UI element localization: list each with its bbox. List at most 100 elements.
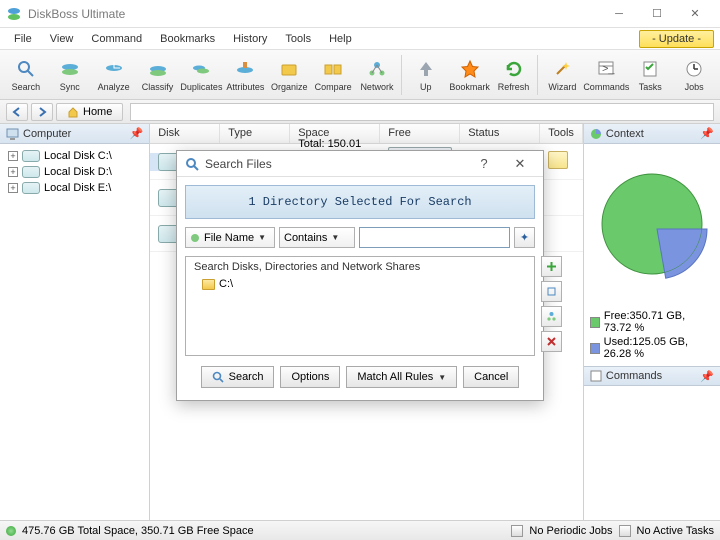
filter-row: File Name▼ Contains▼ ✦	[185, 227, 535, 248]
list-header: Search Disks, Directories and Network Sh…	[190, 261, 530, 273]
toolbar-classify[interactable]: Classify	[136, 52, 180, 98]
toolbar-analyze[interactable]: Analyze	[92, 52, 136, 98]
dialog-title: Search Files	[205, 157, 272, 171]
up-icon	[415, 58, 437, 80]
dialog-close-button[interactable]: ✕	[505, 156, 535, 172]
disk-icon	[22, 150, 40, 162]
dialog-titlebar[interactable]: Search Files ? ✕	[177, 151, 543, 177]
toolbar-up[interactable]: Up	[404, 52, 448, 98]
menu-history[interactable]: History	[225, 31, 275, 47]
dialog-buttons: Search Options Match All Rules▼ Cancel	[185, 356, 535, 392]
filter-value-input[interactable]	[359, 227, 510, 248]
status-space: 475.76 GB Total Space, 350.71 GB Free Sp…	[22, 525, 254, 537]
menu-bookmarks[interactable]: Bookmarks	[152, 31, 223, 47]
filter-op-select[interactable]: Contains▼	[279, 227, 355, 248]
match-rules-select[interactable]: Match All Rules▼	[346, 366, 457, 388]
svg-text:>_: >_	[602, 63, 615, 75]
search-button[interactable]: Search	[201, 366, 275, 388]
toolbar-separator	[537, 55, 538, 95]
expand-icon[interactable]: +	[8, 167, 18, 177]
col-type[interactable]: Type	[220, 124, 290, 143]
search-icon	[185, 157, 199, 171]
menu-tools[interactable]: Tools	[277, 31, 319, 47]
search-icon	[15, 58, 37, 80]
close-button[interactable]: ✕	[676, 0, 714, 28]
menu-command[interactable]: Command	[83, 31, 150, 47]
dialog-help-button[interactable]: ?	[469, 156, 499, 171]
dialog-body: 1 Directory Selected For Search File Nam…	[177, 177, 543, 400]
toolbar-network[interactable]: Network	[355, 52, 399, 98]
disk-icon	[22, 166, 40, 178]
pin-icon[interactable]: 📌	[700, 370, 714, 383]
dialog-banner: 1 Directory Selected For Search	[185, 185, 535, 219]
minimize-button[interactable]: ─	[600, 0, 638, 28]
nav-home[interactable]: Home	[56, 103, 123, 121]
status-jobs: No Periodic Jobs	[529, 525, 612, 537]
duplicates-icon	[190, 58, 212, 80]
toolbar-duplicates[interactable]: Duplicates	[179, 52, 223, 98]
nav-forward[interactable]	[31, 103, 53, 121]
pin-icon[interactable]: 📌	[700, 127, 714, 140]
analyze-icon	[103, 58, 125, 80]
remove-location-button[interactable]	[541, 331, 562, 352]
update-button[interactable]: - Update -	[639, 30, 714, 48]
tree-item-e[interactable]: +Local Disk E:\	[4, 180, 145, 196]
expand-icon[interactable]: +	[8, 151, 18, 161]
location-row[interactable]: C:\	[190, 277, 530, 291]
pin-icon[interactable]: 📌	[130, 127, 144, 140]
col-disk[interactable]: Disk	[150, 124, 220, 143]
toolbar-jobs[interactable]: Jobs	[672, 52, 716, 98]
network-location-button[interactable]	[541, 306, 562, 327]
toolbar-compare[interactable]: Compare	[311, 52, 355, 98]
add-filter-button[interactable]: ✦	[514, 227, 535, 248]
col-free[interactable]: Free	[380, 124, 460, 143]
disk-icon	[22, 182, 40, 194]
app-icon	[6, 6, 22, 22]
commands-icon	[590, 370, 602, 382]
toolbar-search[interactable]: Search	[4, 52, 48, 98]
menu-help[interactable]: Help	[321, 31, 360, 47]
commands-panel-header: Commands 📌	[584, 366, 720, 386]
chevron-down-icon: ▼	[438, 373, 446, 382]
tree-item-d[interactable]: +Local Disk D:\	[4, 164, 145, 180]
maximize-button[interactable]: ☐	[638, 0, 676, 28]
context-legend: Free:350.71 GB, 73.72 % Used:125.05 GB, …	[584, 304, 720, 366]
criteria-icon	[190, 233, 200, 243]
toolbar-sync[interactable]: Sync	[48, 52, 92, 98]
toolbar-commands[interactable]: >_Commands	[584, 52, 628, 98]
attributes-icon	[234, 58, 256, 80]
search-icon	[212, 371, 224, 383]
options-button[interactable]: Options	[280, 366, 340, 388]
toolbar-refresh[interactable]: Refresh	[492, 52, 536, 98]
toolbar-attributes[interactable]: Attributes	[223, 52, 267, 98]
menu-view[interactable]: View	[42, 31, 82, 47]
toolbar-wizard[interactable]: Wizard	[540, 52, 584, 98]
edit-location-button[interactable]	[541, 281, 562, 302]
col-tools[interactable]: Tools	[540, 124, 583, 143]
swatch-icon	[590, 343, 600, 354]
nav-back[interactable]	[6, 103, 28, 121]
left-panel: Computer 📌 +Local Disk C:\ +Local Disk D…	[0, 124, 150, 520]
organize-icon	[278, 58, 300, 80]
toolbar-bookmark[interactable]: Bookmark	[448, 52, 492, 98]
jobs-icon	[683, 58, 705, 80]
chevron-down-icon: ▼	[331, 233, 339, 242]
bookmark-icon	[459, 58, 481, 80]
expand-icon[interactable]: +	[8, 183, 18, 193]
compare-icon	[322, 58, 344, 80]
cancel-button[interactable]: Cancel	[463, 366, 519, 388]
tools-button[interactable]	[548, 151, 568, 169]
toolbar-tasks[interactable]: Tasks	[628, 52, 672, 98]
toolbar-organize[interactable]: Organize	[267, 52, 311, 98]
search-locations-list: Search Disks, Directories and Network Sh…	[185, 256, 535, 356]
nav-path[interactable]	[130, 103, 714, 121]
col-status[interactable]: Status	[460, 124, 540, 143]
menu-file[interactable]: File	[6, 31, 40, 47]
filter-field-select[interactable]: File Name▼	[185, 227, 275, 248]
toolbar-separator	[401, 55, 402, 95]
add-location-button[interactable]	[541, 256, 562, 277]
right-panel: Context 📌 Free:350.71 GB, 73.72 % Used:1…	[583, 124, 720, 520]
context-chart	[584, 144, 720, 304]
tree-item-c[interactable]: +Local Disk C:\	[4, 148, 145, 164]
search-files-dialog: Search Files ? ✕ 1 Directory Selected Fo…	[176, 150, 544, 401]
